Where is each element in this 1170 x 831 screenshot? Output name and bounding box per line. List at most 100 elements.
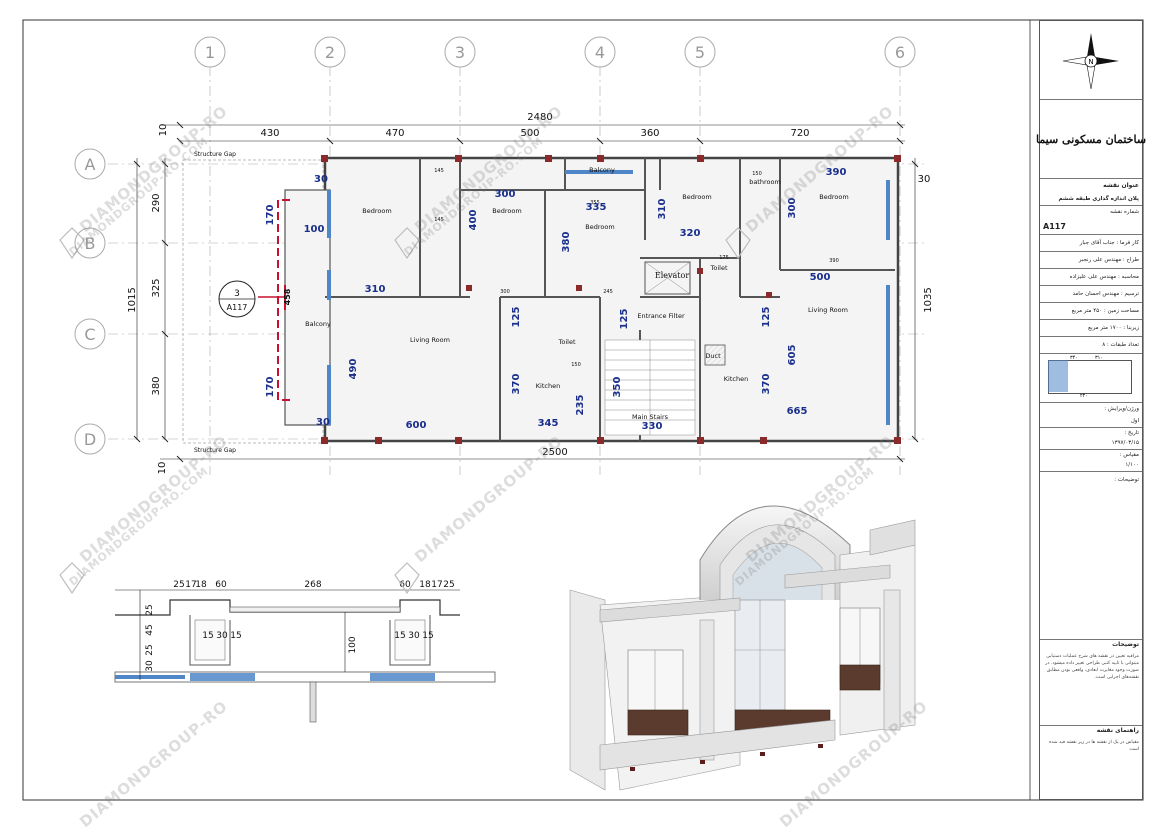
- notes-heading: توضیحات: [1112, 641, 1139, 648]
- section-sheet: A117: [227, 303, 248, 312]
- detail-dim: 15: [230, 631, 241, 641]
- grid-row-label-D: D: [84, 430, 96, 449]
- grid-col-label-5: 5: [695, 43, 705, 62]
- room-label: Bedroom: [492, 207, 521, 215]
- svg-text:400: 400: [468, 210, 479, 231]
- svg-text:300: 300: [495, 189, 516, 200]
- room-label: Bedroom: [819, 193, 848, 201]
- detail-dim: 30: [216, 631, 228, 641]
- svg-text:390: 390: [826, 167, 847, 178]
- drafter: ترسیم : مهندس احسان حامد: [1040, 286, 1142, 303]
- room-label: Bedroom: [682, 193, 711, 201]
- dim-top-5: 720: [790, 128, 809, 139]
- grid-row-bubbles: A B C D: [74, 148, 106, 455]
- grid-col-label-4: 4: [595, 43, 605, 62]
- compass: N: [1040, 21, 1142, 100]
- detail-dim: 30: [408, 631, 420, 641]
- svg-text:125: 125: [619, 309, 630, 330]
- structure-gap-bottom-label: Structure Gap: [194, 447, 236, 454]
- drawing-sheet: 1 2 3 4 5 6 A B C D 2480 430 470 500 360…: [22, 19, 1144, 801]
- room-label: Living Room: [808, 306, 848, 314]
- dim-left-1: 290: [151, 193, 162, 212]
- svg-text:150: 150: [752, 171, 762, 177]
- svg-text:300: 300: [787, 198, 798, 219]
- structure-gap-top-label: Structure Gap: [194, 151, 236, 158]
- description-label: توضیحات :: [1040, 472, 1142, 640]
- land-area: مساحت زمین : ۴۵۰ متر مربع: [1040, 303, 1142, 320]
- section-callout: 3 A117: [218, 280, 256, 318]
- svg-text:490: 490: [348, 359, 359, 380]
- grid-col-label-1: 1: [205, 43, 215, 62]
- svg-text:170: 170: [265, 205, 276, 226]
- dim-top-2: 470: [385, 128, 404, 139]
- svg-text:125: 125: [511, 307, 522, 328]
- wall-section-detail: 25 17 18 60 268 60 18 17 25 25 45 25 30 …: [114, 580, 496, 723]
- svg-text:235: 235: [575, 395, 586, 416]
- svg-text:600: 600: [406, 420, 427, 431]
- svg-text:350: 350: [612, 377, 623, 398]
- dim-top-4: 360: [640, 128, 659, 139]
- svg-text:245: 245: [603, 289, 613, 295]
- facade-3d-render: [569, 505, 916, 791]
- grid-row-label-A: A: [85, 155, 96, 174]
- dim-overall-left: 1015: [127, 287, 138, 312]
- version: اول: [1040, 415, 1142, 428]
- grid-column-bubbles: 1 2 3 4 5 6: [194, 36, 916, 68]
- sheet-title-label: عنوان نقشه: [1103, 182, 1139, 189]
- room-label: Bedroom: [585, 223, 614, 231]
- dim-left-3: 380: [151, 376, 162, 395]
- dim-overall-top: 2480: [527, 112, 552, 123]
- sheet-number-label: شماره نقشه: [1110, 209, 1139, 215]
- grid-row-label-B: B: [85, 234, 96, 253]
- scale: ۱/۱۰۰: [1040, 459, 1142, 472]
- dim-top-gap: 10: [158, 124, 169, 137]
- room-label: Balcony: [589, 166, 615, 174]
- svg-text:320: 320: [680, 228, 701, 239]
- detail-dim: 17: [431, 580, 442, 590]
- sheet-title: پلان اندازه گذاری طبقه ششم: [1040, 192, 1142, 206]
- notes-text: مراقبه تعیین در نقشه های شرح عملیات دستی…: [1040, 652, 1142, 726]
- svg-text:170: 170: [265, 377, 276, 398]
- svg-text:300: 300: [500, 289, 510, 295]
- detail-dim: 25: [145, 644, 155, 655]
- key-plan: ۲۴۰ ۳۱۰ ۳۴۰: [1040, 354, 1142, 403]
- svg-text:370: 370: [761, 374, 772, 395]
- room-label: Kitchen: [536, 382, 560, 390]
- sheet-number: A117: [1040, 218, 1142, 235]
- room-label: Kitchen: [724, 375, 748, 383]
- detail-dim: 100: [348, 636, 358, 653]
- room-label: Bedroom: [362, 207, 391, 215]
- svg-text:500: 500: [810, 272, 831, 283]
- built-area: زیربنا : ۱۷۰۰ متر مربع: [1040, 320, 1142, 337]
- dim-overall-bottom: 2500: [542, 447, 567, 458]
- title-block: N ساختمان مسکونی سیما عنوان نقشه پلان ان…: [1036, 20, 1146, 800]
- svg-text:125: 125: [761, 307, 772, 328]
- svg-text:310: 310: [657, 199, 668, 220]
- guide-text: مقیاس در یک از نقشه ها در زیر نقشه قید ش…: [1048, 740, 1139, 752]
- svg-text:380: 380: [561, 232, 572, 253]
- date-label: تاریخ :: [1124, 430, 1139, 436]
- dim-left-2: 325: [151, 278, 162, 297]
- detail-dim: 18: [195, 580, 207, 590]
- svg-text:330: 330: [642, 421, 663, 432]
- detail-dim: 25: [145, 604, 155, 615]
- north-arrow-icon: N: [1062, 33, 1119, 90]
- detail-dim: 268: [304, 580, 321, 590]
- svg-text:390: 390: [829, 258, 839, 264]
- detail-dim: 25: [443, 580, 454, 590]
- svg-text:665: 665: [787, 406, 808, 417]
- detail-dim: 60: [215, 580, 227, 590]
- floors: تعداد طبقات : ۸: [1040, 337, 1142, 354]
- room-label: Main Stairs: [632, 413, 669, 421]
- svg-text:310: 310: [365, 284, 386, 295]
- svg-text:175: 175: [719, 255, 729, 261]
- key-plan-dim: ۳۱۰: [1095, 355, 1104, 361]
- guide-heading: راهنمای نقشه: [1096, 727, 1139, 734]
- room-label: Toilet: [557, 338, 575, 346]
- room-label: bathroom: [749, 178, 781, 186]
- room-label: Toilet: [709, 264, 727, 272]
- grid-row-label-C: C: [84, 325, 95, 344]
- svg-text:605: 605: [787, 345, 798, 366]
- dim-right-top: 30: [918, 174, 931, 185]
- detail-dim: 30: [145, 660, 155, 672]
